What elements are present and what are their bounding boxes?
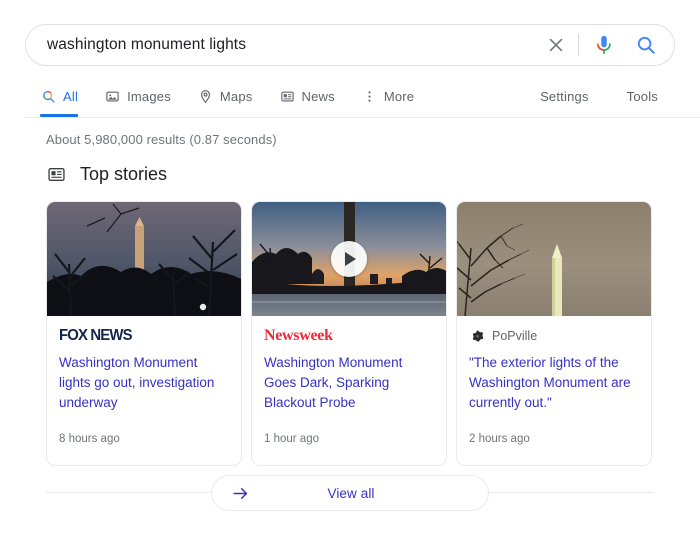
- active-tab-indicator: [40, 114, 79, 117]
- tab-label: News: [301, 88, 335, 104]
- popville-favicon-icon: [469, 328, 485, 344]
- search-box[interactable]: [25, 24, 675, 66]
- tab-maps[interactable]: Maps: [197, 82, 253, 110]
- newspaper-icon: [279, 88, 296, 105]
- more-vertical-icon: [361, 88, 378, 105]
- settings-button[interactable]: Settings: [540, 89, 589, 104]
- view-all-section: View all: [46, 475, 654, 511]
- search-icon[interactable]: [634, 33, 658, 57]
- search-input[interactable]: [45, 29, 543, 61]
- close-icon[interactable]: [543, 32, 569, 58]
- story-timestamp: 1 hour ago: [264, 433, 319, 445]
- tab-news[interactable]: News: [279, 82, 335, 110]
- newspaper-icon: [46, 165, 66, 185]
- publisher-logo: FOX NEWS: [59, 327, 133, 344]
- story-headline[interactable]: "The exterior lights of the Washington M…: [469, 353, 639, 413]
- tab-images[interactable]: Images: [104, 82, 171, 110]
- story-content: FOX NEWS Washington Monument lights go o…: [47, 316, 241, 413]
- story-source: Newsweek: [264, 326, 434, 346]
- story-source: PoPville: [469, 326, 639, 346]
- tab-label: All: [63, 88, 79, 104]
- image-icon: [104, 88, 121, 105]
- story-thumbnail: [252, 202, 446, 316]
- page-title: Top stories: [80, 164, 168, 184]
- story-timestamp: 2 hours ago: [469, 433, 530, 445]
- search-nav: All Images Maps News More Settings Tools: [0, 82, 700, 118]
- story-headline[interactable]: Washington Monument Goes Dark, Sparking …: [264, 353, 434, 413]
- view-all-label: View all: [327, 485, 375, 501]
- story-timestamp: 8 hours ago: [59, 433, 120, 445]
- tab-label: Maps: [219, 88, 253, 104]
- nav-right-actions: Settings Tools: [502, 82, 658, 110]
- nav-tabs: All Images Maps News More: [40, 82, 440, 117]
- story-headline[interactable]: Washington Monument lights go out, inves…: [59, 353, 229, 413]
- tab-all[interactable]: All: [40, 82, 79, 117]
- view-all-button[interactable]: View all: [211, 475, 489, 511]
- tab-label: More: [383, 88, 415, 104]
- story-thumbnail: [47, 202, 241, 316]
- story-content: PoPville "The exterior lights of the Was…: [457, 316, 651, 413]
- top-stories-carousel: FOX NEWS Washington Monument lights go o…: [46, 201, 652, 466]
- publisher-logo: Newsweek: [264, 327, 333, 344]
- story-card[interactable]: PoPville "The exterior lights of the Was…: [456, 201, 652, 466]
- location-pin-icon: [197, 88, 214, 105]
- search-bar: [25, 24, 675, 66]
- story-card[interactable]: Newsweek Washington Monument Goes Dark, …: [251, 201, 447, 466]
- publisher-name: PoPville: [492, 329, 538, 343]
- play-icon: [345, 252, 356, 266]
- story-source: FOX NEWS: [59, 326, 229, 346]
- top-stories-header: Top stories: [46, 164, 167, 185]
- arrow-right-icon: [230, 483, 250, 503]
- tab-more[interactable]: More: [361, 82, 414, 110]
- tools-button[interactable]: Tools: [627, 89, 658, 104]
- result-stats: About 5,980,000 results (0.87 seconds): [46, 132, 277, 147]
- search-icon: [40, 88, 57, 105]
- search-actions: [543, 25, 674, 65]
- play-button[interactable]: [331, 241, 367, 277]
- nav-divider: [25, 117, 700, 118]
- divider: [578, 34, 579, 56]
- story-card[interactable]: FOX NEWS Washington Monument lights go o…: [46, 201, 242, 466]
- story-content: Newsweek Washington Monument Goes Dark, …: [252, 316, 446, 413]
- story-thumbnail: [457, 202, 651, 316]
- tab-label: Images: [127, 88, 171, 104]
- microphone-icon[interactable]: [592, 33, 616, 57]
